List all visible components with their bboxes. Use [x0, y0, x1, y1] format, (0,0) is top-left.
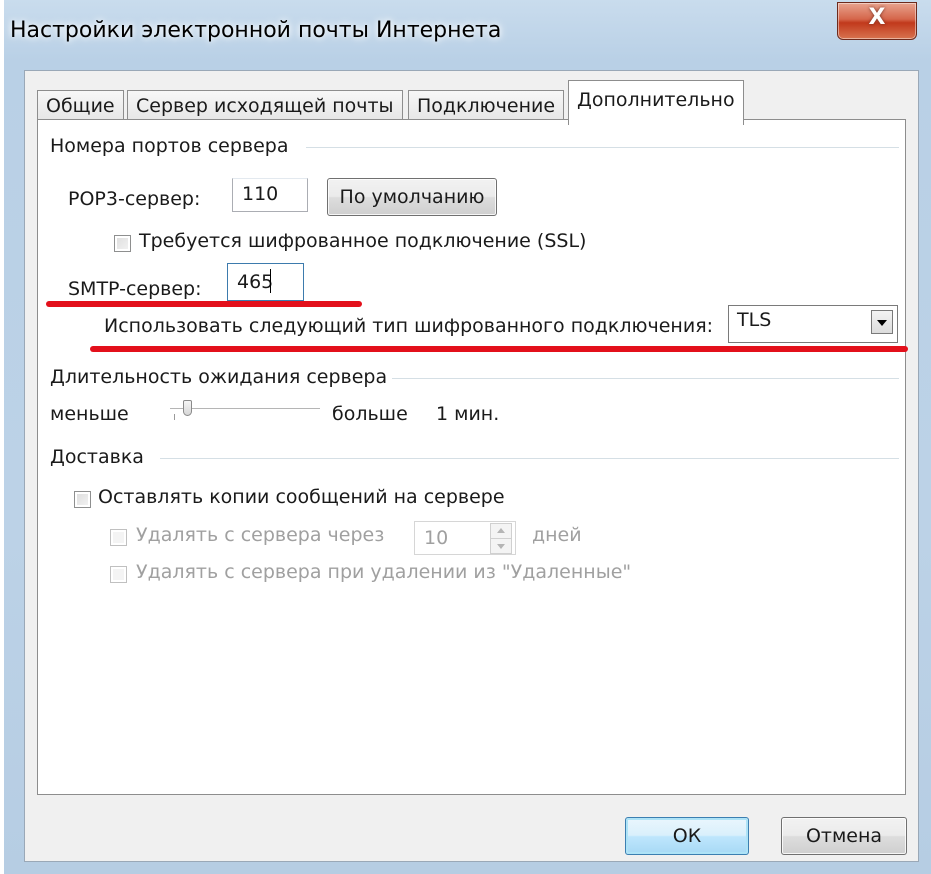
dialog-window: Настройки электронной почты Интернета X … — [4, 0, 931, 874]
timeout-less-label: меньше — [50, 403, 129, 425]
slider-tick — [174, 414, 175, 420]
smtp-port-value: 465 — [237, 271, 274, 293]
arrow-down-icon — [497, 544, 505, 549]
encryption-highlight-underline — [90, 346, 908, 352]
smtp-label: SMTP-сервер: — [68, 278, 202, 300]
pop3-label: POP3-сервер: — [68, 188, 201, 210]
keep-copies-checkbox[interactable] — [74, 491, 91, 508]
chevron-down-icon — [877, 320, 887, 326]
encryption-type-select[interactable]: TLS — [728, 305, 898, 343]
encryption-type-value: TLS — [737, 309, 772, 331]
days-label: дней — [532, 524, 582, 546]
remove-after-days-value: 10 — [424, 527, 449, 549]
ports-group-label: Номера портов сервера — [50, 135, 289, 157]
remove-after-label: Удалять с сервера через — [136, 524, 385, 546]
title-bar[interactable]: Настройки электронной почты Интернета X — [4, 0, 931, 70]
tab-panel-advanced: Номера портов сервера POP3-сервер: 110 П… — [37, 119, 908, 795]
close-icon: X — [868, 5, 886, 30]
timeout-group-label: Длительность ожидания сервера — [50, 366, 388, 388]
encryption-type-label: Использовать следующий тип шифрованного … — [104, 315, 714, 337]
window-title: Настройки электронной почты Интернета — [10, 18, 502, 43]
delivery-group-label: Доставка — [50, 446, 144, 468]
smtp-highlight-underline — [46, 301, 362, 307]
spin-up-button[interactable] — [490, 523, 512, 539]
spin-down-button[interactable] — [490, 538, 512, 554]
group-divider — [306, 147, 899, 149]
remove-after-checkbox[interactable] — [110, 529, 127, 546]
timeout-more-label: больше — [332, 403, 408, 425]
remove-after-days-spinner[interactable]: 10 — [414, 521, 516, 555]
ssl-label: Требуется шифрованное подключение (SSL) — [139, 230, 587, 252]
timeout-value: 1 мин. — [436, 403, 500, 425]
group-divider — [160, 458, 899, 460]
group-divider — [392, 378, 899, 380]
pop3-port-input[interactable]: 110 — [232, 178, 308, 212]
cancel-button[interactable]: Отмена — [781, 817, 907, 855]
arrow-up-icon — [497, 528, 505, 533]
close-button[interactable]: X — [837, 2, 917, 40]
ok-button[interactable]: ОК — [625, 817, 749, 855]
remove-deleted-label: Удалять с сервера при удалении из "Удале… — [136, 561, 632, 583]
slider-track — [170, 408, 320, 410]
default-ports-button[interactable]: По умолчанию — [327, 178, 497, 216]
tab-advanced[interactable]: Дополнительно — [568, 80, 744, 125]
timeout-slider[interactable] — [170, 400, 320, 426]
dialog-client-area: Общие Сервер исходящей почты Подключение… — [24, 70, 919, 862]
smtp-port-input[interactable]: 465 — [227, 263, 304, 301]
text-caret — [270, 269, 271, 293]
remove-deleted-checkbox[interactable] — [110, 566, 127, 583]
ssl-checkbox[interactable] — [114, 235, 131, 252]
dropdown-button[interactable] — [871, 310, 893, 334]
keep-copies-label: Оставлять копии сообщений на сервере — [98, 486, 505, 508]
slider-thumb[interactable] — [183, 400, 192, 416]
